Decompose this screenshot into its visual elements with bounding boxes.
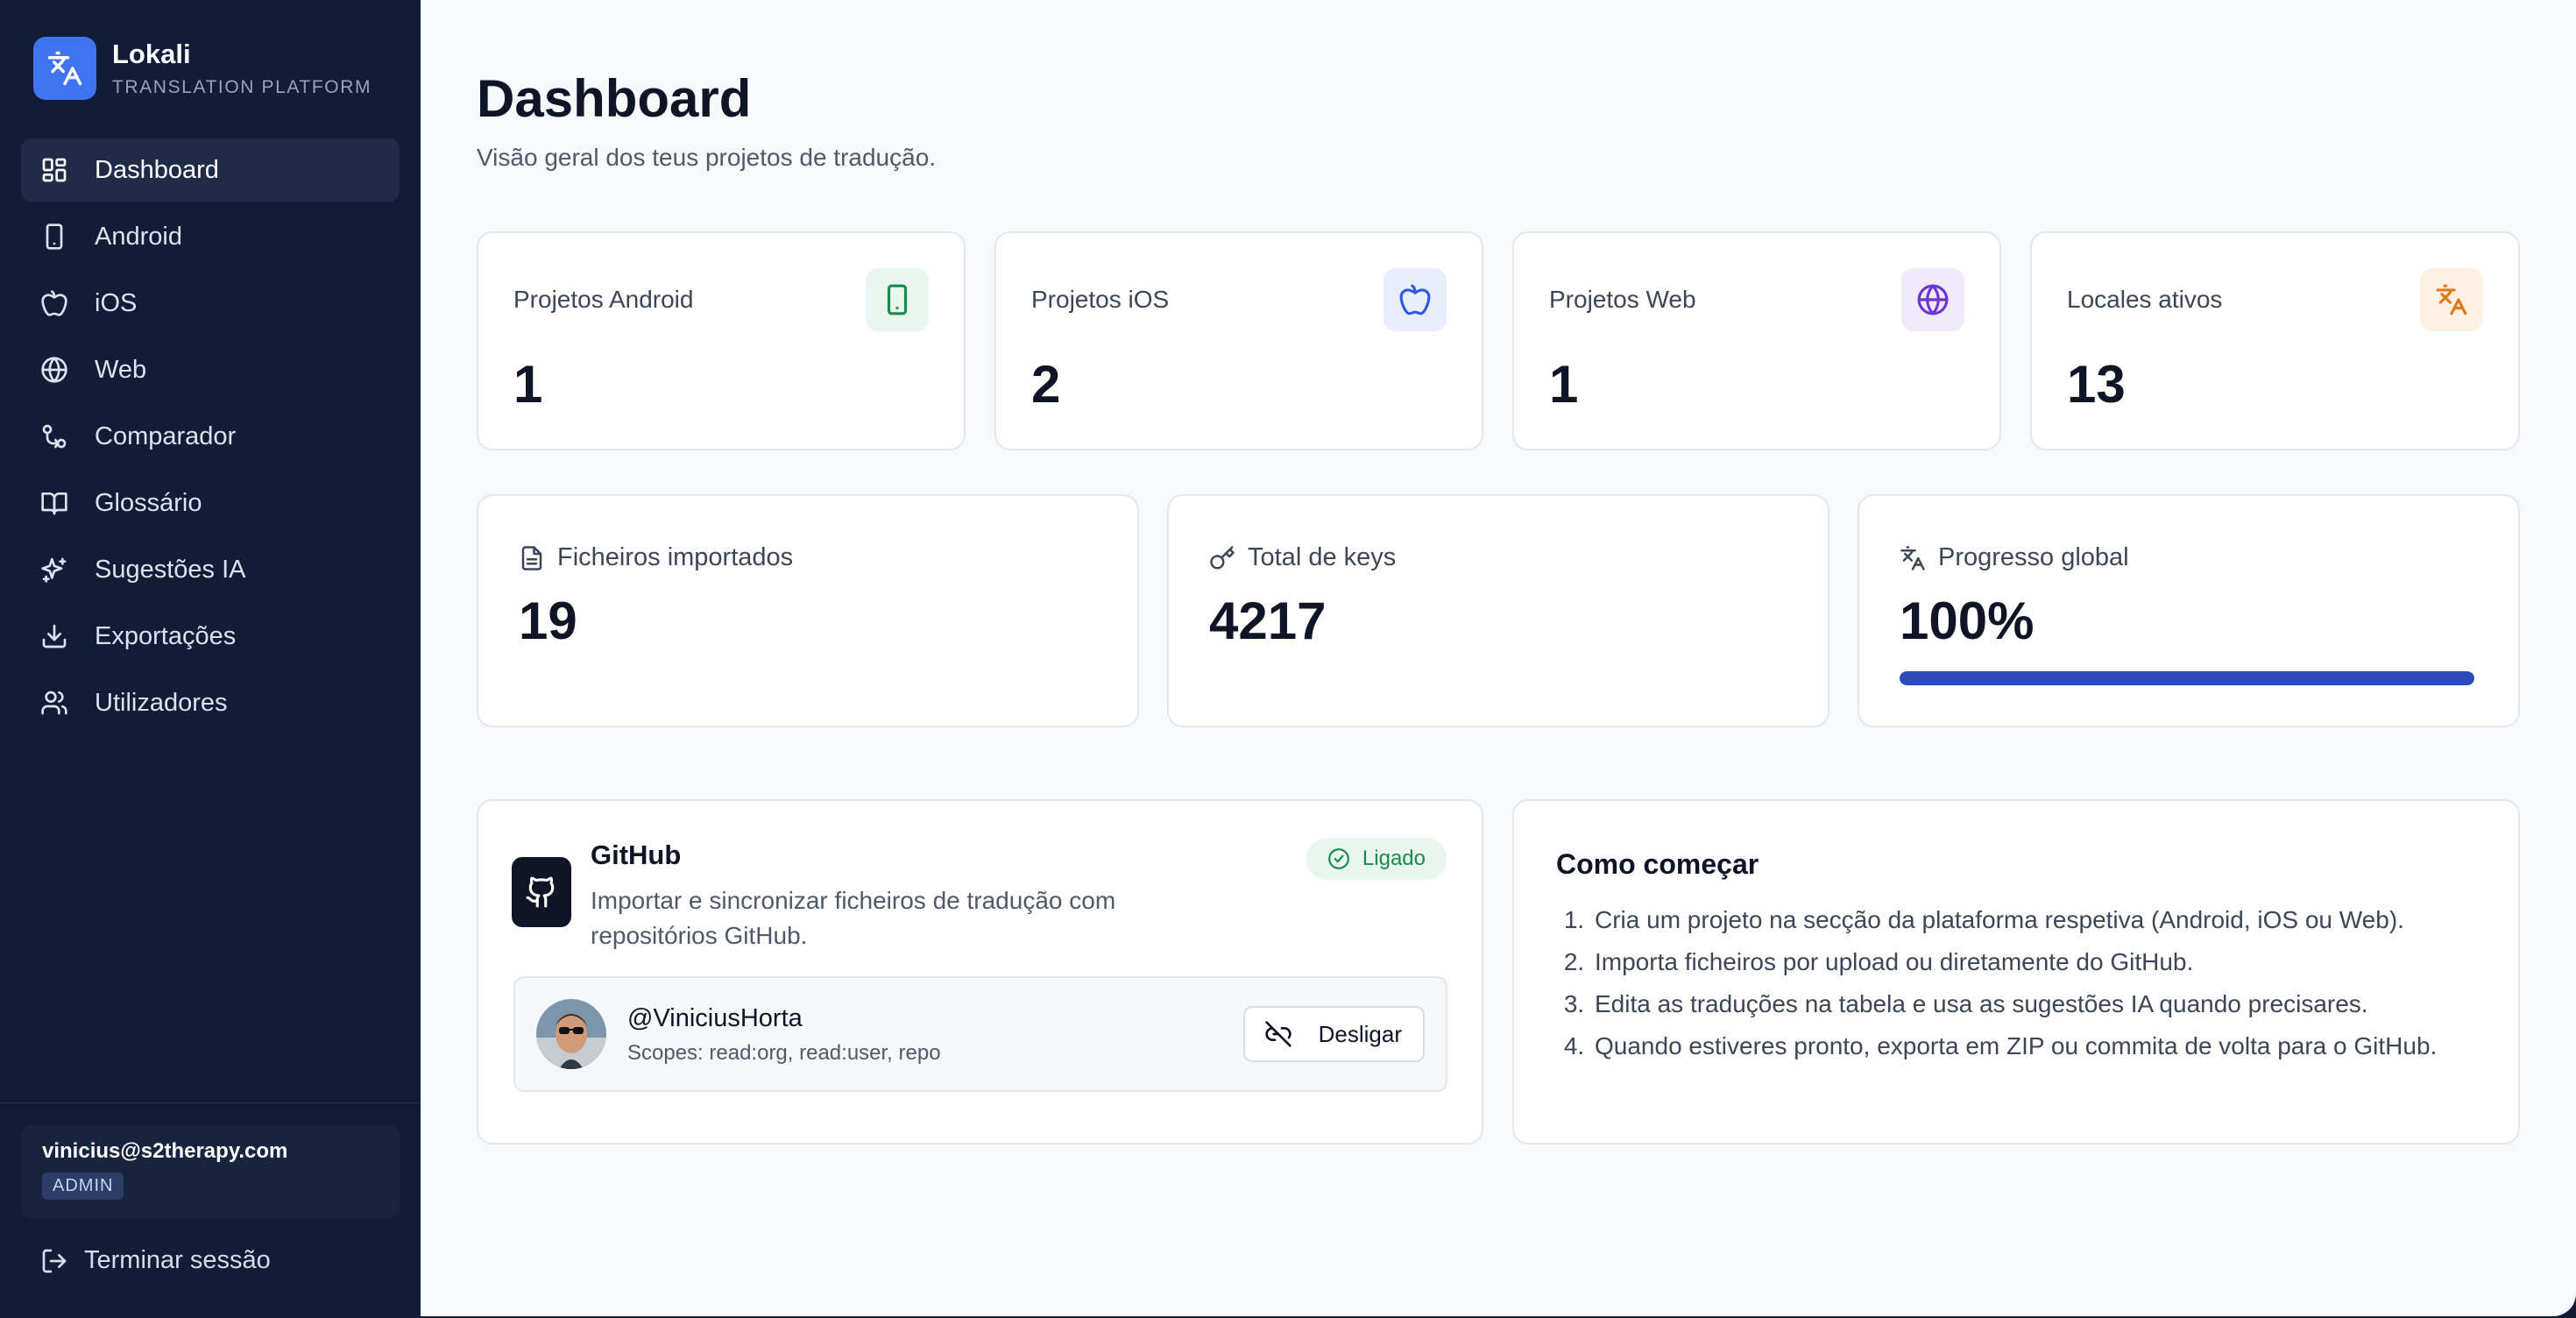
stat-label: Ficheiros importados xyxy=(557,543,794,571)
github-icon xyxy=(512,857,571,927)
stat-label: Projetos iOS xyxy=(1031,286,1170,313)
sidebar-item-dashboard[interactable]: Dashboard xyxy=(21,138,400,202)
smartphone-icon xyxy=(866,268,929,331)
sidebar-item-android[interactable]: Android xyxy=(21,205,400,268)
file-icon xyxy=(521,545,542,570)
avatar xyxy=(536,999,606,1069)
progress-bar xyxy=(1900,671,2474,685)
github-description: Importar e sincronizar ficheiros de trad… xyxy=(591,887,1116,949)
sidebar-item-label: Utilizadores xyxy=(95,688,228,717)
sidebar-item-glossario[interactable]: Glossário xyxy=(21,471,400,535)
disconnect-button[interactable]: Desligar xyxy=(1242,1006,1425,1062)
sidebar-item-label: Web xyxy=(95,355,147,384)
compare-icon xyxy=(42,424,67,449)
sidebar-item-label: Dashboard xyxy=(95,155,219,184)
sidebar-item-label: Sugestões IA xyxy=(95,555,246,584)
sidebar-item-sugestoes-ia[interactable]: Sugestões IA xyxy=(21,538,400,601)
github-scopes: Scopes: read:org, read:user, repo xyxy=(627,1041,941,1065)
apple-icon xyxy=(1384,268,1447,331)
sidebar-item-comparador[interactable]: Comparador xyxy=(21,405,400,468)
translate-icon xyxy=(2420,268,2483,331)
status-label: Ligado xyxy=(1362,847,1426,870)
stat-card-ios: Projetos iOS 2 xyxy=(994,231,1483,450)
main-content: Dashboard Visão geral dos teus projetos … xyxy=(421,0,2576,1316)
user-email: vinicius@s2therapy.com xyxy=(42,1139,288,1163)
globe-icon xyxy=(1901,268,1964,331)
list-item: Cria um projeto na secção da plataforma … xyxy=(1591,903,2537,938)
unlink-icon xyxy=(1264,1021,1292,1047)
page-subtitle: Visão geral dos teus projetos de traduçã… xyxy=(477,144,937,171)
stat-card-keys: Total de keys 4217 xyxy=(1167,494,1829,727)
key-icon xyxy=(1210,545,1235,569)
translate-icon xyxy=(1900,545,1925,570)
sidebar: Lokali TRANSLATION PLATFORM Dashboard An… xyxy=(0,0,421,1318)
brand-name: Lokali xyxy=(112,39,191,69)
stat-card-files: Ficheiros importados 19 xyxy=(477,494,1139,727)
list-item: Quando estiveres pronto, exporta em ZIP … xyxy=(1591,1029,2537,1064)
sidebar-item-exportacoes[interactable]: Exportações xyxy=(21,605,400,668)
sidebar-item-label: Glossário xyxy=(95,488,202,517)
sidebar-nav: Dashboard Android iOS Web Comparador Glo… xyxy=(21,138,400,738)
sidebar-item-label: Comparador xyxy=(95,422,237,450)
stat-value: 100% xyxy=(1900,592,2035,650)
logout-button[interactable]: Terminar sessão xyxy=(40,1246,271,1275)
apple-icon xyxy=(41,290,67,316)
stat-card-android: Projetos Android 1 xyxy=(477,231,966,450)
getting-started-card: Como começar Cria um projeto na secção d… xyxy=(1512,799,2520,1144)
logout-icon xyxy=(42,1249,67,1272)
sidebar-item-utilizadores[interactable]: Utilizadores xyxy=(21,671,400,734)
progress-bar-fill xyxy=(1900,671,2474,685)
list-item: Edita as traduções na tabela e usa as su… xyxy=(1591,987,2537,1022)
sidebar-divider xyxy=(0,1102,421,1103)
disconnect-label: Desligar xyxy=(1318,1020,1402,1047)
stat-value: 19 xyxy=(519,592,577,650)
translate-logo-icon xyxy=(33,37,96,100)
stat-label: Locales ativos xyxy=(2067,286,2223,313)
brand-tagline: TRANSLATION PLATFORM xyxy=(112,77,372,97)
users-icon xyxy=(41,691,67,715)
stat-value: 2 xyxy=(1031,355,1061,414)
dashboard-icon xyxy=(42,158,67,182)
logout-label: Terminar sessão xyxy=(84,1246,271,1274)
stat-label: Projetos Android xyxy=(513,286,694,313)
getting-started-title: Como começar xyxy=(1556,848,1759,880)
page-title: Dashboard xyxy=(477,69,752,128)
getting-started-steps: Cria um projeto na secção da plataforma … xyxy=(1556,903,2537,1071)
sidebar-item-ios[interactable]: iOS xyxy=(21,272,400,335)
download-icon xyxy=(42,624,67,648)
stat-card-locales: Locales ativos 13 xyxy=(2030,231,2520,450)
stat-value: 4217 xyxy=(1209,592,1327,650)
list-item: Importa ficheiros por upload ou diretame… xyxy=(1591,945,2537,980)
sidebar-item-label: Exportações xyxy=(95,621,237,650)
stat-label: Projetos Web xyxy=(1549,286,1696,313)
stat-value: 1 xyxy=(513,355,543,414)
stat-label: Total de keys xyxy=(1248,543,1397,571)
github-account: @ViniciusHorta Scopes: read:org, read:us… xyxy=(513,976,1447,1092)
connection-status-badge: Ligado xyxy=(1306,838,1447,880)
github-title: GitHub xyxy=(591,840,682,870)
stat-card-web: Projetos Web 1 xyxy=(1512,231,2001,450)
smartphone-icon xyxy=(46,223,63,250)
user-info: vinicius@s2therapy.com ADMIN xyxy=(21,1125,400,1218)
github-username: @ViniciusHorta xyxy=(627,1004,803,1032)
sidebar-item-label: iOS xyxy=(95,288,138,317)
stat-value: 13 xyxy=(2067,355,2126,414)
brand[interactable]: Lokali TRANSLATION PLATFORM xyxy=(33,37,372,100)
globe-icon xyxy=(41,357,67,383)
github-card: GitHub Importar e sincronizar ficheiros … xyxy=(477,799,1483,1144)
stat-value: 1 xyxy=(1549,355,1579,414)
role-badge: ADMIN xyxy=(42,1173,124,1200)
stat-card-progress: Progresso global 100% xyxy=(1858,494,2520,727)
sidebar-item-web[interactable]: Web xyxy=(21,338,400,401)
sidebar-item-label: Android xyxy=(95,222,182,251)
book-icon xyxy=(41,492,67,515)
stat-label: Progresso global xyxy=(1938,543,2129,571)
check-circle-icon xyxy=(1328,848,1349,869)
sparkles-icon xyxy=(41,557,67,583)
